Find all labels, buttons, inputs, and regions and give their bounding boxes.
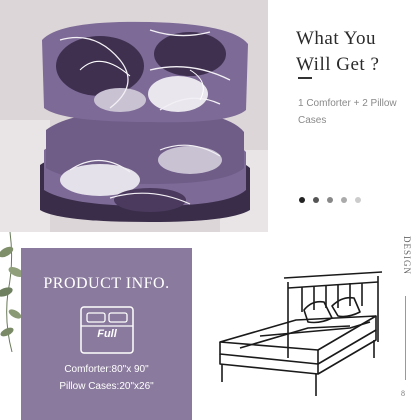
product-info-panel: PRODUCT INFO. Full Comforter:80"x 90" Pi…	[0, 232, 200, 420]
package-contents: 1 Comforter + 2 Pillow Cases	[298, 98, 397, 126]
page-number: 8	[401, 389, 405, 398]
carousel-dot[interactable]	[327, 197, 333, 203]
carousel-dot[interactable]	[355, 197, 361, 203]
carousel-dot[interactable]	[313, 197, 319, 203]
bed-line-drawing	[219, 271, 383, 396]
vertical-rule	[405, 296, 406, 380]
carousel-dot[interactable]	[341, 197, 347, 203]
pillow-case-size: Pillow Cases:20"x26"	[59, 381, 154, 392]
carousel-dot[interactable]	[299, 197, 305, 203]
product-info-card: PRODUCT INFO. Full Comforter:80"x 90" Pi…	[21, 248, 192, 420]
comforter-size: Comforter:80"x 90"	[64, 364, 149, 375]
product-photo	[0, 0, 268, 232]
headline-line-2: Will Get ?	[296, 54, 380, 75]
headline-line-1: What You	[296, 28, 377, 49]
carousel-dots	[299, 197, 361, 203]
bed-size-label: Full	[97, 328, 117, 340]
headline-divider	[298, 77, 312, 79]
bed-illustration	[200, 232, 416, 420]
headline: What You Will Get ?	[296, 26, 412, 78]
product-info-title: PRODUCT INFO.	[43, 275, 170, 292]
